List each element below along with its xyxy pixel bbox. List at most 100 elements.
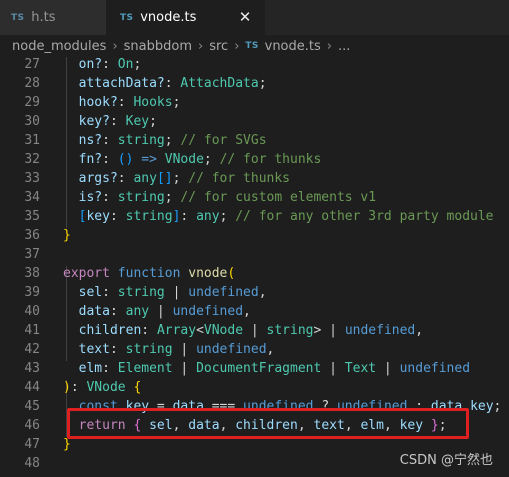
code-token: sel [63,285,103,300]
code-token: Text [344,361,377,376]
tab-vnode-ts[interactable]: TS vnode.ts ✕ [106,0,265,35]
code-text: attachData?: AttachData; [63,74,267,93]
code-token: string [117,285,165,300]
code-text: on?: On; [63,55,142,74]
code-line[interactable]: 41 children: Array<VNode | string> | und… [0,321,509,340]
code-text: hook?: Hooks; [63,93,181,112]
code-token: hook? [63,95,118,110]
code-token: : [180,209,197,224]
code-text: ns?: string; // for SVGs [63,131,267,150]
code-token: | [321,361,345,376]
code-token: : [141,323,157,338]
code-token: , [243,304,251,319]
highlight-annotation-box [67,408,469,439]
breadcrumb-item-symbol[interactable]: ... [338,39,350,54]
close-icon[interactable]: ✕ [237,9,253,25]
code-line[interactable]: 44): VNode { [0,378,509,397]
chevron-right-icon: › [326,38,332,54]
code-text: text: string | undefined, [63,340,275,359]
code-line[interactable]: 34 is?: string; // for custom elements v… [0,188,509,207]
line-number: 36 [24,228,40,243]
code-token: string [266,323,314,338]
breadcrumb-item-snabbdom[interactable]: snabbdom [124,39,192,54]
code-token: } [63,437,71,452]
code-token: ; [258,76,267,91]
code-token: > | [313,323,345,338]
line-number: 40 [24,304,40,319]
code-line[interactable]: 33 args?: any[]; // for thunks [0,169,509,188]
code-token: key [470,399,494,414]
code-token: undefined [399,361,471,376]
code-token: , [258,285,267,300]
code-token: string [117,133,165,148]
code-token: [] [156,171,173,186]
code-token: | [164,285,189,300]
code-token: | [376,361,400,376]
code-token: : [109,342,126,357]
code-token: : [164,76,181,91]
code-line[interactable]: 29 hook?: Hooks; [0,93,509,112]
line-number: 35 [24,209,40,224]
tab-label: vnode.ts [140,10,197,25]
code-token: } [63,228,71,243]
code-line[interactable]: 35 [key: string]: any; // for any other … [0,207,509,226]
code-token: // for any other 3rd party module [235,209,494,224]
code-token: ; [219,209,236,224]
code-line[interactable]: 31 ns?: string; // for SVGs [0,131,509,150]
code-token: : [109,304,126,319]
code-line[interactable]: 36} [0,226,509,245]
code-text: export function vnode( [63,264,235,283]
code-token: on? [63,57,103,72]
breadcrumb: node_modules › snabbdom › src › TS vnode… [0,35,509,57]
chevron-right-icon: › [198,38,204,54]
code-token: [ [63,209,87,224]
line-number: 31 [24,133,40,148]
code-line[interactable]: 37 [0,245,509,264]
code-token: VNode [164,152,204,167]
code-token: Hooks [133,95,173,110]
code-token: undefined [196,342,267,357]
code-line[interactable]: 27 on?: On; [0,55,509,74]
code-token: AttachData [180,76,259,91]
code-text: ): VNode { [63,378,141,397]
code-line[interactable]: 43 elm: Element | DocumentFragment | Tex… [0,359,509,378]
code-token: ( [227,266,236,281]
breadcrumb-item-file[interactable]: vnode.ts [265,39,321,54]
code-text: } [63,226,71,245]
code-line[interactable]: 42 text: string | undefined, [0,340,509,359]
code-line[interactable]: 39 sel: string | undefined, [0,283,509,302]
code-token: ; [203,152,220,167]
code-text: [key: string]: any; // for any other 3rd… [63,207,494,226]
code-token: string [125,342,173,357]
line-number: 38 [24,266,40,281]
code-text: elm: Element | DocumentFragment | Text |… [63,359,470,378]
code-token: ns? [63,133,103,148]
code-token: ; [172,95,181,110]
code-token: : [102,285,118,300]
tab-h-ts[interactable]: TS h.ts [0,0,106,35]
code-line[interactable]: 40 data: any | undefined, [0,302,509,321]
code-line[interactable]: 28 attachData?: AttachData; [0,74,509,93]
code-token: ) [63,380,71,395]
line-number: 33 [24,171,40,186]
line-number: 43 [24,361,40,376]
code-token: : [70,380,87,395]
code-text: key?: Key; [63,112,157,131]
code-line[interactable]: 32 fn?: () => VNode; // for thunks [0,150,509,169]
code-token: : [102,152,118,167]
breadcrumb-item-node-modules[interactable]: node_modules [12,39,106,54]
line-number: 42 [24,342,40,357]
code-token: ; [133,57,142,72]
code-line[interactable]: 38 export function vnode( [0,264,509,283]
code-line[interactable]: 30 key?: Key; [0,112,509,131]
code-token: : [102,133,118,148]
code-token: | [243,323,267,338]
code-token: ; [164,133,181,148]
code-token: any [196,209,220,224]
line-number: 48 [24,456,40,471]
line-number: 27 [24,57,40,72]
code-token: ; [172,171,189,186]
code-token: DocumentFragment [196,361,322,376]
breadcrumb-item-src[interactable]: src [209,39,228,54]
